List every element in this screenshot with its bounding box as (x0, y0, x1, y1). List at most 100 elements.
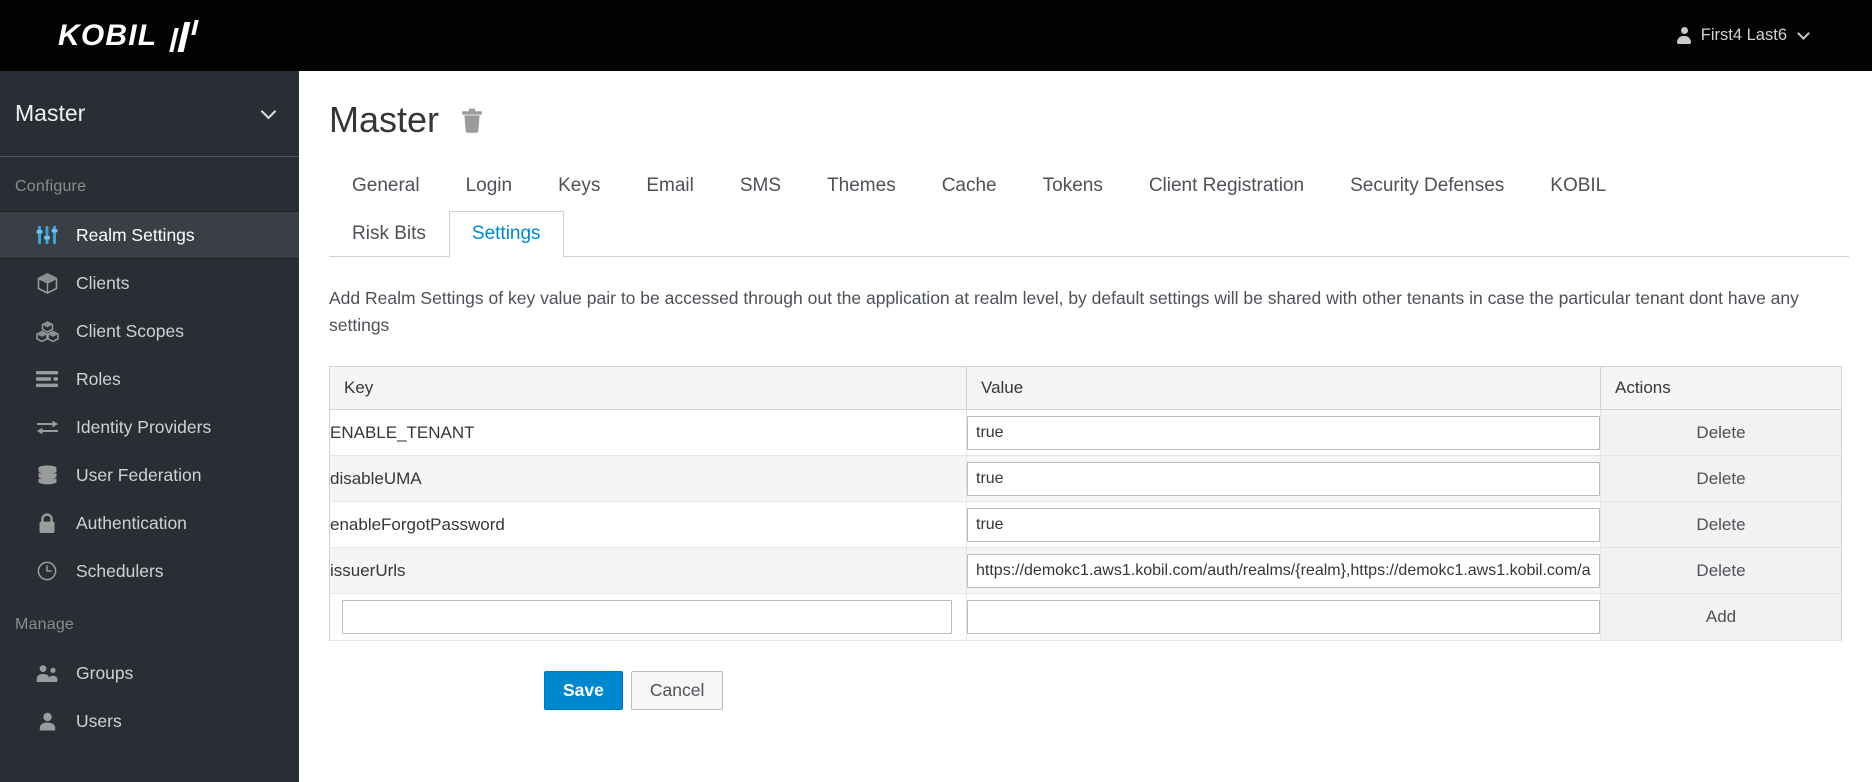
sidebar-item-label: Schedulers (76, 560, 164, 581)
tab-security-defenses[interactable]: Security Defenses (1327, 163, 1527, 210)
column-header-key: Key (329, 366, 967, 411)
brand-text: KOBIL (58, 18, 158, 52)
chevron-down-icon (1797, 27, 1810, 40)
row-key-label: issuerUrls (329, 547, 967, 595)
row-actions-cell: Delete (1600, 547, 1842, 595)
tab-client-registration[interactable]: Client Registration (1126, 163, 1327, 210)
settings-table: Key Value Actions ENABLE_TENANT Delete d… (329, 366, 1842, 642)
row-value-cell (966, 409, 1601, 457)
user-avatar-icon (1677, 27, 1692, 44)
cubes-icon (34, 320, 60, 342)
user-name-label: First4 Last6 (1700, 26, 1787, 44)
sidebar-item-label: Roles (76, 368, 121, 389)
value-input[interactable] (967, 415, 1600, 450)
add-row-button[interactable]: Add (1706, 607, 1736, 626)
tab-themes[interactable]: Themes (804, 163, 919, 210)
new-value-input[interactable] (967, 600, 1600, 635)
cube-icon (34, 272, 60, 294)
delete-row-button[interactable]: Delete (1696, 469, 1745, 488)
table-row: enableForgotPassword Delete (329, 501, 1842, 549)
row-value-cell (966, 547, 1601, 595)
row-actions-cell: Delete (1600, 501, 1842, 549)
table-row: disableUMA Delete (329, 455, 1842, 503)
top-bar: KOBIL First4 Last6 (0, 0, 1872, 71)
sidebar-item-groups[interactable]: Groups (0, 649, 299, 697)
new-key-input[interactable] (342, 600, 952, 635)
cancel-button[interactable]: Cancel (630, 671, 724, 711)
users-icon (34, 662, 60, 684)
sidebar-item-identity-providers[interactable]: Identity Providers (0, 403, 299, 451)
exchange-icon (34, 416, 60, 438)
page-title: Master (329, 99, 440, 140)
new-row-actions-cell: Add (1600, 593, 1842, 642)
sidebar-item-client-scopes[interactable]: Client Scopes (0, 307, 299, 355)
tab-risk-bits[interactable]: Risk Bits (329, 211, 449, 258)
tab-cache[interactable]: Cache (919, 163, 1020, 210)
tab-tokens[interactable]: Tokens (1020, 163, 1126, 210)
column-header-actions: Actions (1600, 366, 1842, 411)
new-row-value-cell (966, 593, 1601, 642)
form-buttons: Save Cancel (544, 671, 1872, 711)
list-icon (34, 368, 60, 390)
delete-row-button[interactable]: Delete (1696, 423, 1745, 442)
sidebar-item-roles[interactable]: Roles (0, 355, 299, 403)
realm-selector[interactable]: Master (0, 71, 299, 157)
tab-email[interactable]: Email (623, 163, 717, 210)
delete-row-button[interactable]: Delete (1696, 515, 1745, 534)
row-value-cell (966, 501, 1601, 549)
sidebar-item-label: Authentication (76, 512, 187, 533)
realm-selector-label: Master (15, 100, 86, 126)
sidebar-item-clients[interactable]: Clients (0, 259, 299, 307)
sidebar-item-schedulers[interactable]: Schedulers (0, 547, 299, 595)
column-header-value: Value (966, 366, 1601, 411)
kobil-logo: KOBIL (58, 19, 204, 53)
brand-slash-marks-icon (169, 19, 204, 52)
row-key-label: enableForgotPassword (329, 501, 967, 549)
new-row-key-cell (329, 593, 967, 642)
delete-row-button[interactable]: Delete (1696, 561, 1745, 580)
value-input[interactable] (967, 461, 1600, 496)
sidebar-item-label: Realm Settings (76, 224, 195, 245)
clock-icon (34, 560, 60, 582)
sidebar-item-label: User Federation (76, 464, 202, 485)
tab-bar: General Login Keys Email SMS Themes Cach… (329, 163, 1849, 258)
sidebar-item-users[interactable]: Users (0, 697, 299, 745)
tab-general[interactable]: General (329, 163, 443, 210)
settings-description: Add Realm Settings of key value pair to … (329, 288, 1799, 335)
row-key-label: disableUMA (329, 455, 967, 503)
sidebar-item-realm-settings[interactable]: Realm Settings (0, 211, 299, 259)
sidebar-item-user-federation[interactable]: User Federation (0, 451, 299, 499)
user-icon (34, 710, 60, 732)
tab-sms[interactable]: SMS (717, 163, 804, 210)
settings-table-wrapper: Key Value Actions ENABLE_TENANT Delete d… (329, 366, 1842, 642)
user-menu[interactable]: First4 Last6 (1677, 0, 1810, 71)
sidebar-item-label: Client Scopes (76, 320, 184, 341)
value-input[interactable] (967, 507, 1600, 542)
lock-icon (34, 512, 60, 534)
table-row-new: Add (329, 593, 1842, 642)
tab-login[interactable]: Login (443, 163, 536, 210)
sidebar-item-label: Identity Providers (76, 416, 212, 437)
value-input[interactable] (967, 553, 1600, 588)
tab-settings[interactable]: Settings (448, 211, 564, 258)
row-actions-cell: Delete (1600, 455, 1842, 503)
sidebar-item-label: Users (76, 710, 122, 731)
row-key-label: ENABLE_TENANT (329, 409, 967, 457)
chevron-down-icon (260, 103, 277, 119)
save-button[interactable]: Save (544, 671, 623, 711)
page-header: Master (299, 71, 1872, 141)
sidebar-item-authentication[interactable]: Authentication (0, 499, 299, 547)
table-row: issuerUrls Delete (329, 547, 1842, 595)
sidebar-section-manage: Manage (15, 616, 75, 633)
tab-keys[interactable]: Keys (535, 163, 623, 210)
tab-kobil[interactable]: KOBIL (1527, 163, 1629, 210)
sidebar-item-label: Groups (76, 662, 134, 683)
sidebar-item-label: Clients (76, 272, 130, 293)
table-header-row: Key Value Actions (329, 366, 1842, 411)
table-row: ENABLE_TENANT Delete (329, 409, 1842, 457)
sliders-icon (34, 224, 60, 246)
sidebar: Master Configure Realm Settings Clients … (0, 71, 299, 782)
row-actions-cell: Delete (1600, 409, 1842, 457)
sidebar-section-configure: Configure (15, 178, 87, 195)
delete-realm-button[interactable] (461, 108, 483, 133)
